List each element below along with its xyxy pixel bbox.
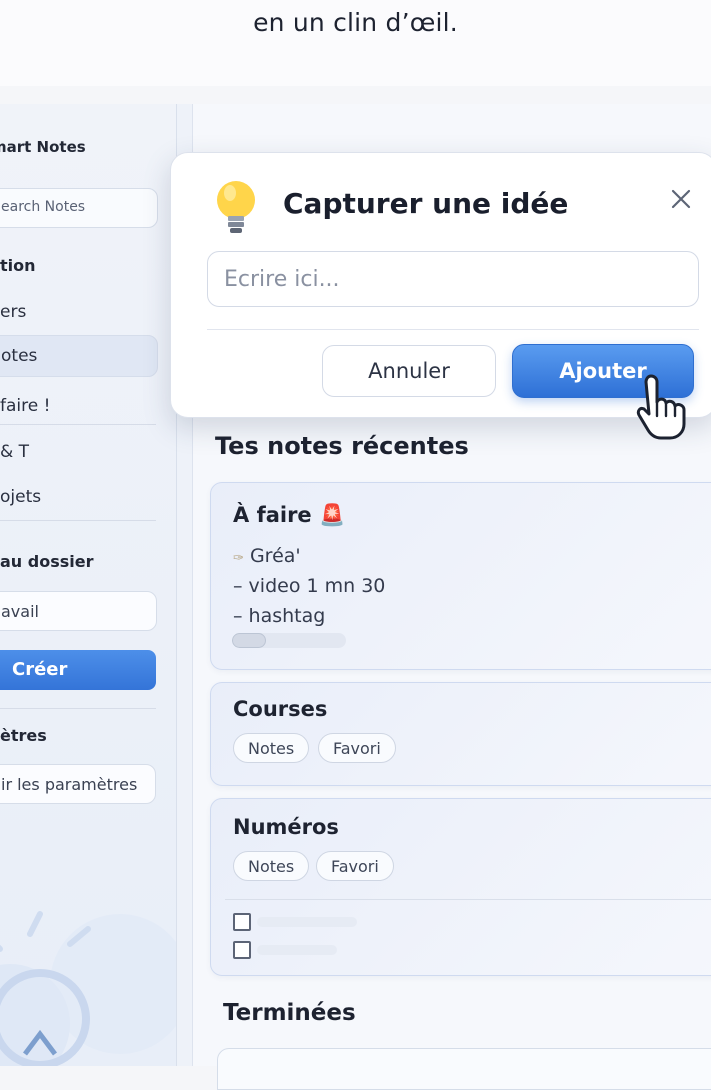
hand-cursor-icon	[636, 374, 686, 440]
lightbulb-illustration-icon	[0, 911, 176, 1066]
checklist-item	[257, 917, 357, 927]
close-icon[interactable]	[669, 187, 693, 211]
create-folder-button[interactable]: Créer	[0, 650, 156, 690]
note-title: À faire 🚨	[233, 503, 346, 527]
divider	[0, 520, 156, 521]
tag-chip[interactable]: Notes	[233, 733, 310, 763]
section-label-settings: ètres	[0, 726, 47, 745]
sidebar: mart Notes earch Notes tion ers otes fai…	[0, 104, 177, 1066]
cancel-button[interactable]: Annuler	[322, 345, 496, 397]
divider	[225, 899, 711, 900]
note-line: – video 1 mn 30	[233, 575, 386, 597]
checklist-checkbox[interactable]	[233, 941, 251, 959]
checklist-checkbox[interactable]	[233, 913, 251, 931]
note-progress-bar	[232, 633, 346, 648]
divider	[0, 708, 156, 709]
settings-button[interactable]: ir les paramètres	[0, 764, 156, 804]
note-card-todo[interactable]: À faire 🚨 ✑ Gréa' – video 1 mn 30 – hash…	[210, 482, 711, 670]
caption-banner: en un clin d’œil.	[0, 0, 711, 86]
note-title: Numéros	[233, 815, 339, 839]
search-input[interactable]: earch Notes	[0, 188, 158, 228]
completed-note-card[interactable]	[217, 1048, 711, 1090]
sidebar-item-notes[interactable]: otes	[0, 335, 158, 377]
tag-chip[interactable]: Notes	[233, 851, 310, 881]
sidebar-item-projects[interactable]: ojets	[0, 477, 158, 519]
tag-chip[interactable]: Favori	[316, 851, 394, 881]
pin-icon: ✑	[233, 551, 244, 566]
sidebar-item-ht[interactable]: & T	[0, 432, 158, 474]
lightbulb-icon	[217, 181, 255, 233]
app-name: mart Notes	[0, 138, 86, 156]
modal-title: Capturer une idée	[283, 187, 569, 220]
note-title: Courses	[233, 697, 328, 721]
note-line: – hashtag	[233, 605, 326, 627]
section-label-navigation: tion	[0, 256, 36, 275]
capture-idea-modal: Capturer une idée Annuler Ajouter	[170, 152, 711, 418]
progress-fill	[232, 633, 267, 648]
caption-text: en un clin d’œil.	[253, 8, 458, 37]
sidebar-item-folders[interactable]: ers	[0, 292, 158, 334]
idea-input[interactable]	[207, 251, 699, 307]
note-card-numeros[interactable]: Numéros Notes Favori	[210, 798, 711, 976]
folder-name-input[interactable]: avail	[0, 591, 157, 631]
divider	[207, 329, 699, 330]
recent-notes-title: Tes notes récentes	[215, 432, 469, 460]
note-line: ✑ Gréa'	[233, 545, 301, 567]
completed-section-title: Terminées	[223, 1000, 356, 1026]
note-card-courses[interactable]: Courses Notes Favori	[210, 682, 711, 786]
tag-chip[interactable]: Favori	[318, 733, 396, 763]
checklist-item	[257, 945, 337, 955]
sidebar-item-todo[interactable]: faire !	[0, 386, 158, 428]
section-label-folder: au dossier	[0, 552, 94, 571]
